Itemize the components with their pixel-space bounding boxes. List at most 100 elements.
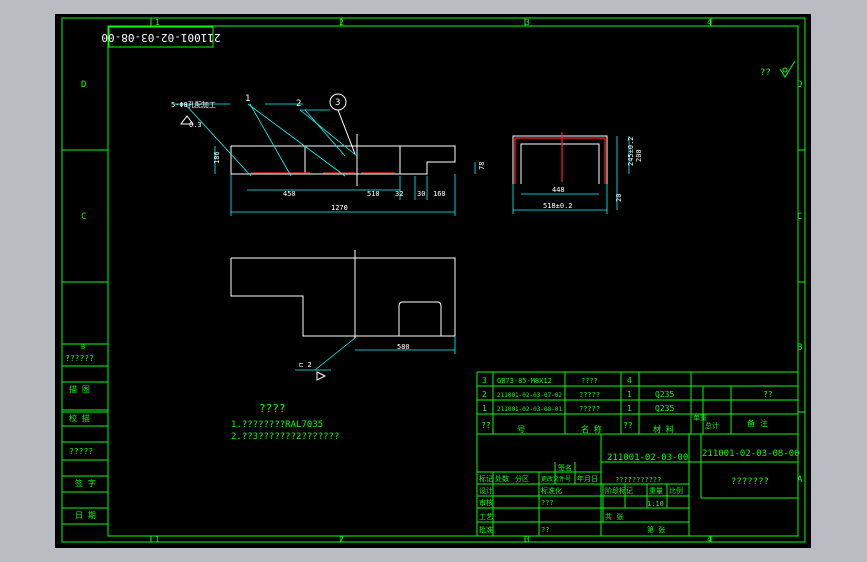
tb-label-designer-sig: ?? — [541, 526, 549, 534]
bom-row-1-name: ????? — [579, 405, 600, 413]
tb-label-check: 审核 — [479, 498, 493, 507]
top-view: 580 ⊏ 2 — [230, 250, 456, 381]
zone-col-4-bottom: 4 — [707, 535, 712, 544]
title-block: 211001-02-03-00 211001-02-03-08-00 ?????… — [477, 434, 800, 536]
dim-20: 20 — [615, 194, 623, 202]
drawing-frame — [61, 17, 806, 543]
tb-label-design: 设计 — [479, 486, 493, 495]
tb-label-mark: 标记 — [479, 474, 493, 483]
drawing-code: 211001-02-03-08-00 — [702, 449, 800, 459]
bom-header-name: 名 称 — [581, 424, 602, 434]
front-view: 3 1 2 5-Φ8孔配加工 6.3 186 450 510 32 30 160… — [171, 93, 486, 216]
code-box-top: 211001-02-03-08-00 — [101, 26, 221, 48]
roughness-mark: ?? — [760, 60, 796, 78]
dim-510: 510 — [367, 190, 380, 198]
bom-row-1-no: 1 — [482, 404, 487, 413]
zone-col-2: 2 — [339, 18, 344, 27]
assembly-code: 211001-02-03-00 — [607, 453, 688, 463]
zone-row-d: D — [81, 80, 86, 90]
material-note: ??????????? — [615, 476, 661, 484]
zone-col-1: 1 — [155, 18, 160, 27]
bom-row-2-code: 211001-02-03-07-02 — [497, 392, 562, 399]
side-view: 448 518±0.2 245±0.2 200 20 — [512, 132, 643, 214]
zone-row-d-right: D — [797, 80, 802, 90]
code-box-text: 211001-02-03-08-00 — [101, 31, 220, 44]
tb-label-standard: 标准化 — [541, 486, 562, 495]
bom-header-unit-weight: 单重 — [693, 413, 707, 422]
notes-line-1: 1.????????RAL7035 — [231, 420, 323, 430]
tb-label-count: 处数 — [495, 474, 509, 483]
dim-245: 245±0.2 — [627, 136, 635, 166]
dim-580: 580 — [397, 343, 410, 351]
bom-row-3-name: ???? — [581, 377, 598, 385]
tb-label-stage: 阶段标记 — [605, 486, 633, 495]
dim-30: 30 — [417, 190, 425, 198]
zone-row-c: C — [81, 212, 86, 222]
surface-roughness: 6.3 — [189, 121, 202, 129]
bom-row-1-material: Q235 — [655, 404, 674, 413]
dim-518: 518±0.2 — [543, 202, 573, 210]
tb-label-sign: 签名 — [558, 463, 572, 472]
bom-row-3-no: 3 — [482, 376, 487, 385]
tb-label-sheet: 第 张 — [647, 525, 665, 534]
left-bar-label-top: ?????? — [65, 354, 94, 363]
tb-label-weight: 重量 — [649, 487, 663, 495]
balloon-2: 2 — [296, 99, 301, 109]
zone-col-1-bottom: 1 — [155, 535, 160, 544]
cad-viewport[interactable]: 1 2 3 4 1 2 3 4 D C D C B A B ?????? 描 图… — [55, 14, 811, 548]
dim-450: 450 — [283, 190, 296, 198]
bom-row-2-material: Q235 — [655, 390, 674, 399]
notes-line-2: 2.??3???????2??????? — [231, 432, 339, 442]
zone-col-3-bottom: 3 — [525, 535, 530, 544]
front-outline — [230, 145, 456, 175]
tb-label-process: 工艺 — [479, 513, 493, 521]
bom-header-code: 号 — [517, 425, 525, 434]
tb-label-approve: 批准 — [479, 525, 493, 534]
tech-notes: ???? 1.????????RAL7035 2.??3???????2????… — [231, 402, 339, 442]
zone-labels: 1 2 3 4 1 2 3 4 D C D C B A — [81, 18, 803, 544]
left-bar-zone-b: B — [81, 343, 85, 351]
bom-header-no: ?? — [481, 421, 491, 430]
scale-value: 1:10 — [647, 500, 664, 508]
zone-row-c-right: C — [797, 212, 802, 222]
left-bar-label-3: ????? — [69, 447, 93, 456]
balloon-1: 1 — [245, 94, 250, 104]
dim-32: 32 — [395, 190, 403, 198]
bom-row-2-qty: 1 — [627, 390, 632, 399]
bom-row-3-code: GB73-85-M8X12 — [497, 377, 552, 385]
left-bar-label-4: 签 字 — [75, 478, 96, 488]
left-bar-label-2: 校 描 — [69, 413, 90, 423]
balloon-3: 3 — [335, 98, 340, 108]
bom-row-2-name: ????? — [579, 391, 600, 399]
left-bar-label-1: 描 图 — [69, 384, 90, 394]
tb-label-sheets: 共 张 — [605, 512, 623, 521]
tb-label-ratio: 比例 — [669, 486, 683, 495]
zone-row-b-right: B — [797, 343, 802, 353]
roughness-mark-text: ?? — [760, 68, 771, 78]
part-name: ??????? — [731, 477, 769, 487]
tb-label-std-qmark: ??? — [541, 499, 554, 507]
zone-row-a-right: A — [797, 475, 803, 485]
bom-header-material: 材 料 — [653, 424, 674, 434]
zone-col-2-bottom: 2 — [339, 535, 344, 544]
bom-row-1-qty: 1 — [627, 404, 632, 413]
bom-row-1-code: 211001-02-03-08-01 — [497, 406, 562, 413]
bom-header-qty: ?? — [623, 421, 633, 430]
left-sign-bar: B ?????? 描 图 校 描 ????? 签 字 日 期 — [62, 343, 108, 525]
weld-symbol: ⊏ 2 — [299, 361, 312, 369]
tb-label-zone: 分区 — [515, 474, 529, 483]
bom-row-3-qty: 4 — [627, 376, 632, 385]
bom-header-remark: 备 注 — [747, 418, 768, 428]
left-bar-label-5: 日 期 — [75, 511, 96, 520]
dim-448: 448 — [552, 186, 565, 194]
bom-header-total-weight: 总计 — [705, 421, 719, 430]
zone-col-3: 3 — [525, 18, 530, 27]
dim-200: 200 — [635, 149, 643, 162]
hole-note: 5-Φ8孔配加工 — [171, 100, 216, 109]
tb-label-change: 更改文件号 — [541, 475, 571, 483]
zone-col-4: 4 — [707, 18, 712, 27]
dim-1270: 1270 — [331, 204, 348, 212]
tb-label-date: 年月日 — [577, 474, 598, 483]
dim-160: 160 — [433, 190, 446, 198]
bom-row-2-remark: ?? — [763, 390, 773, 399]
